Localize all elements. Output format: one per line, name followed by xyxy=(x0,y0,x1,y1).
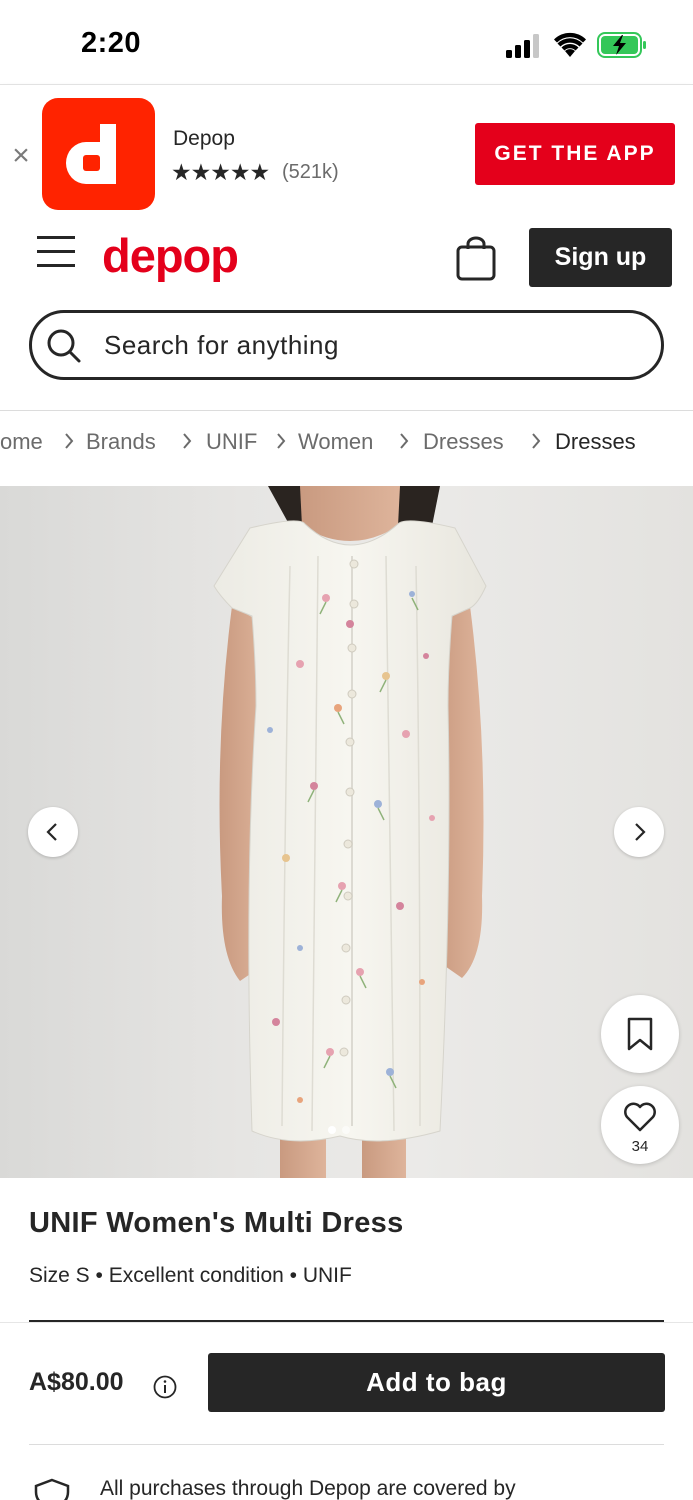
battery-icon xyxy=(597,32,646,58)
like-button[interactable]: 34 xyxy=(601,1086,679,1164)
divider xyxy=(0,410,693,411)
breadcrumb-dresses[interactable]: Dresses xyxy=(423,429,504,455)
breadcrumb-home[interactable]: ome xyxy=(0,429,43,455)
buyer-protection-text: All purchases through Depop are covered … xyxy=(100,1477,516,1500)
chevron-right-icon xyxy=(532,433,541,449)
divider xyxy=(29,1444,664,1445)
chevron-right-icon xyxy=(635,823,646,841)
menu-icon[interactable] xyxy=(36,234,76,270)
chevron-right-icon xyxy=(183,433,192,449)
logo-text: depop xyxy=(102,229,238,282)
add-to-bag-button[interactable]: Add to bag xyxy=(208,1353,665,1412)
purchase-bar: A$80.00 Add to bag All purchases through… xyxy=(0,1322,693,1500)
close-icon[interactable]: × xyxy=(8,141,34,171)
site-header: depop Sign up xyxy=(0,220,693,300)
breadcrumb-women[interactable]: Women xyxy=(298,429,373,455)
breadcrumb: ome Brands UNIF Women Dresses Dresses xyxy=(0,425,693,459)
pagination-dot xyxy=(342,1126,350,1134)
heart-icon xyxy=(624,1102,656,1132)
chevron-right-icon xyxy=(400,433,409,449)
signal-icon xyxy=(506,34,539,58)
save-button[interactable] xyxy=(601,995,679,1073)
search-icon xyxy=(47,329,81,363)
price: A$80.00 xyxy=(29,1368,124,1396)
breadcrumb-brands[interactable]: Brands xyxy=(86,429,156,455)
breadcrumb-current: Dresses xyxy=(555,429,636,454)
status-time: 2:20 xyxy=(81,27,142,59)
product-title: UNIF Women's Multi Dress xyxy=(29,1207,404,1239)
depop-app-icon xyxy=(42,98,155,210)
breadcrumb-unif[interactable]: UNIF xyxy=(206,429,257,455)
depop-d-logo xyxy=(66,124,116,184)
chevron-right-icon xyxy=(277,433,286,449)
rating-count: (521k) xyxy=(282,161,339,183)
bookmark-icon xyxy=(627,1017,653,1051)
sign-up-button[interactable]: Sign up xyxy=(529,228,672,287)
app-name: Depop xyxy=(173,127,235,150)
image-pagination-dots xyxy=(326,1126,366,1136)
previous-image-button[interactable] xyxy=(28,807,78,857)
get-the-app-button[interactable]: GET THE APP xyxy=(475,123,675,185)
search-input[interactable] xyxy=(104,325,624,365)
pagination-dot-active xyxy=(328,1126,336,1134)
next-image-button[interactable] xyxy=(614,807,664,857)
chevron-left-icon xyxy=(46,823,57,841)
app-download-banner: × Depop ★★★★★ (521k) GET THE APP xyxy=(0,84,693,220)
product-attributes: Size S • Excellent condition • UNIF xyxy=(29,1264,352,1287)
product-image-gallery[interactable]: 34 xyxy=(0,486,693,1178)
info-icon[interactable] xyxy=(153,1375,177,1399)
product-photo xyxy=(213,486,487,1178)
chevron-right-icon xyxy=(65,433,74,449)
search-bar[interactable] xyxy=(29,310,664,380)
depop-logo[interactable]: depop xyxy=(102,228,267,284)
bag-icon[interactable] xyxy=(455,236,497,282)
wifi-icon xyxy=(554,32,586,57)
status-bar: 2:20 xyxy=(0,0,693,84)
shield-icon xyxy=(34,1478,70,1500)
rating-stars: ★★★★★ xyxy=(171,159,270,185)
like-count: 34 xyxy=(631,1138,649,1155)
